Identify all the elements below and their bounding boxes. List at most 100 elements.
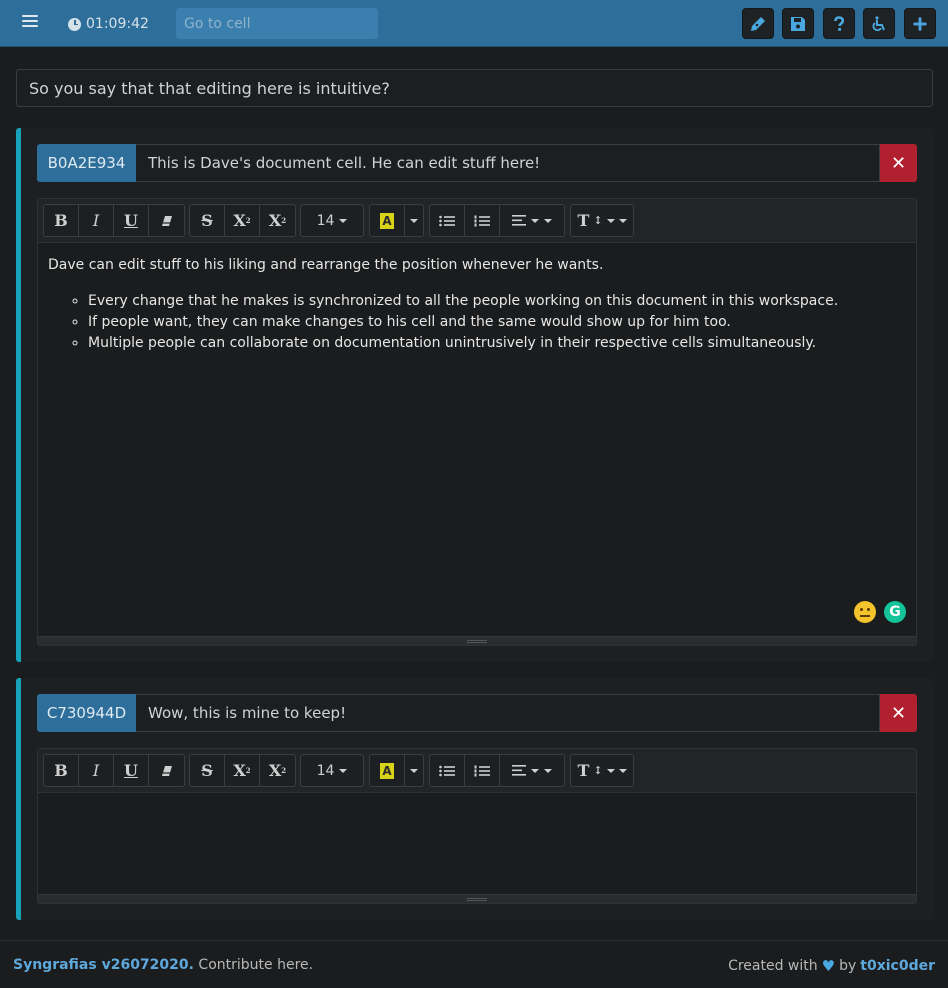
chevron-down-icon <box>606 768 615 773</box>
color-group: A <box>369 204 424 237</box>
strikethrough-button[interactable]: S <box>190 205 225 236</box>
ordered-list-button[interactable] <box>465 755 500 786</box>
ordered-list-button[interactable] <box>465 205 500 236</box>
editor-toolbar: B I U S X2 X2 14 A T ↕ <box>38 749 916 793</box>
text-style-dropdown[interactable]: T ↕ <box>571 755 633 786</box>
emoji-icon[interactable] <box>854 601 876 623</box>
font-style-group: B I U <box>43 754 185 787</box>
chevron-down-icon <box>531 768 539 773</box>
text-style-dropdown[interactable]: T ↕ <box>571 205 633 236</box>
list-group <box>429 204 565 237</box>
strikethrough-button[interactable]: S <box>190 755 225 786</box>
align-left-icon <box>512 215 526 226</box>
numbered-list-icon <box>474 215 490 226</box>
chevron-down-icon <box>531 218 539 223</box>
subscript-button[interactable]: X2 <box>260 205 295 236</box>
document-cell: C730944D ✕ B I U S X2 X2 14 A <box>16 678 933 920</box>
cell-header: B0A2E934 ✕ <box>37 144 917 182</box>
chevron-down-icon <box>339 218 348 223</box>
cell-id-badge: B0A2E934 <box>37 144 136 182</box>
bold-button[interactable]: B <box>44 205 79 236</box>
goto-cell-input[interactable] <box>176 8 378 39</box>
chevron-down-icon <box>339 768 348 773</box>
subscript-button[interactable]: X2 <box>260 755 295 786</box>
color-group: A <box>369 754 424 787</box>
rich-text-editor: B I U S X2 X2 14 A T ↕ <box>37 198 917 646</box>
highlight-dropdown[interactable] <box>405 755 423 786</box>
footer-credit: Created with ♥ by t0xic0der <box>728 957 935 975</box>
help-button[interactable] <box>823 8 855 39</box>
footer-brand[interactable]: Syngrafias v26072020. Contribute here. <box>13 957 313 973</box>
cell-title-input[interactable] <box>136 144 880 182</box>
chevron-down-icon <box>544 218 552 223</box>
highlight-button[interactable]: A <box>370 755 405 786</box>
bold-button[interactable]: B <box>44 755 79 786</box>
delete-cell-button[interactable]: ✕ <box>880 144 917 182</box>
script-group: S X2 X2 <box>189 754 296 787</box>
unordered-list-button[interactable] <box>430 755 465 786</box>
font-size-group: 14 <box>300 204 364 237</box>
line-height-icon: ↕ <box>593 214 603 227</box>
align-left-icon <box>512 765 526 776</box>
hamburger-icon[interactable] <box>22 15 38 31</box>
add-cell-button[interactable] <box>904 8 936 39</box>
pen-icon <box>751 16 765 31</box>
highlight-dropdown[interactable] <box>405 205 423 236</box>
editor-resize-handle[interactable] <box>38 894 916 903</box>
chevron-down-icon <box>410 768 418 773</box>
eraser-button[interactable] <box>149 755 184 786</box>
line-height-icon: ↕ <box>593 764 603 777</box>
document-cell: B0A2E934 ✕ B I U S X2 X2 14 A <box>16 128 933 662</box>
chevron-down-icon <box>410 218 418 223</box>
accessibility-button[interactable] <box>863 8 895 39</box>
font-size-group: 14 <box>300 754 364 787</box>
italic-button[interactable]: I <box>79 205 114 236</box>
superscript-button[interactable]: X2 <box>225 205 260 236</box>
delete-cell-button[interactable]: ✕ <box>880 694 917 732</box>
rich-text-editor: B I U S X2 X2 14 A T ↕ <box>37 748 917 904</box>
eraser-icon <box>161 215 172 226</box>
close-x-icon: ✕ <box>890 152 907 174</box>
eraser-button[interactable] <box>149 205 184 236</box>
cell-title-input[interactable] <box>136 694 880 732</box>
author-link[interactable]: t0xic0der <box>860 958 935 974</box>
question-icon <box>834 15 845 31</box>
paragraph-style-group: T ↕ <box>570 754 634 787</box>
unordered-list-button[interactable] <box>430 205 465 236</box>
paragraph-style-group: T ↕ <box>570 204 634 237</box>
highlight-icon: A <box>380 212 394 229</box>
font-size-dropdown[interactable]: 14 <box>301 205 363 236</box>
plus-icon <box>913 17 927 30</box>
editor-resize-handle[interactable] <box>38 636 916 645</box>
edit-pen-button[interactable] <box>742 8 774 39</box>
list-group <box>429 754 565 787</box>
editor-content[interactable]: Dave can edit stuff to his liking and re… <box>48 255 908 354</box>
italic-button[interactable]: I <box>79 755 114 786</box>
grammarly-icon[interactable]: G <box>884 601 906 623</box>
close-x-icon: ✕ <box>890 702 907 724</box>
superscript-button[interactable]: X2 <box>225 755 260 786</box>
timer-value: 01:09:42 <box>86 16 149 32</box>
floppy-disk-icon <box>791 16 805 31</box>
chevron-down-icon <box>606 218 615 223</box>
chevron-down-icon <box>618 218 627 223</box>
contribute-link[interactable]: Contribute here. <box>194 957 313 973</box>
eraser-icon <box>161 765 172 776</box>
workspace-title-input[interactable] <box>16 69 933 107</box>
align-dropdown[interactable] <box>500 205 564 236</box>
cell-id-badge: C730944D <box>37 694 136 732</box>
font-size-dropdown[interactable]: 14 <box>301 755 363 786</box>
highlight-button[interactable]: A <box>370 205 405 236</box>
underline-button[interactable]: U <box>114 755 149 786</box>
chevron-down-icon <box>618 768 627 773</box>
bullet-list-icon <box>439 215 455 226</box>
numbered-list-icon <box>474 765 490 776</box>
bullet-list-icon <box>439 765 455 776</box>
align-dropdown[interactable] <box>500 755 564 786</box>
brand-version: Syngrafias v26072020. <box>13 957 194 973</box>
bullet-list: Every change that he makes is synchroniz… <box>48 291 908 354</box>
underline-button[interactable]: U <box>114 205 149 236</box>
editor-content[interactable] <box>48 805 908 895</box>
save-button[interactable] <box>782 8 814 39</box>
list-item: If people want, they can make changes to… <box>88 312 908 333</box>
